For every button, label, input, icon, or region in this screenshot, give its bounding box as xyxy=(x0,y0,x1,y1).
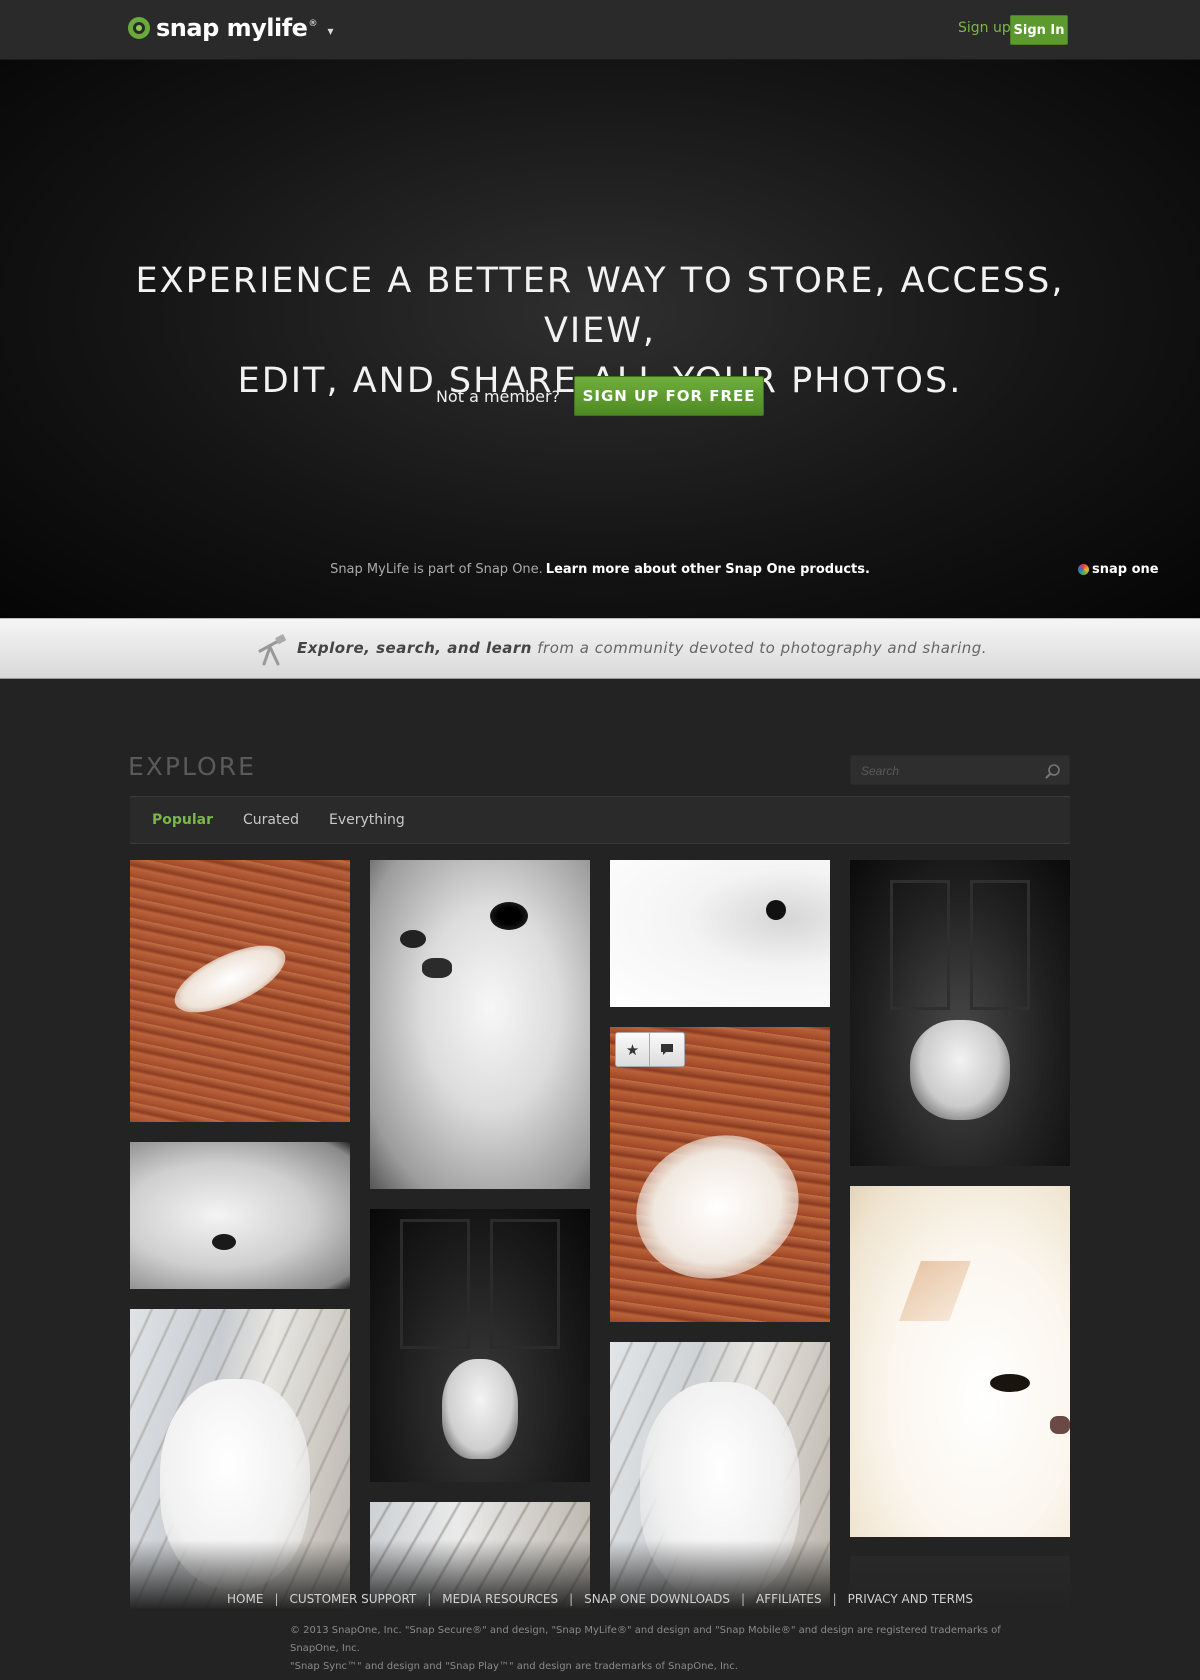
tab-everything[interactable]: Everything xyxy=(329,812,405,828)
snap-one-note-text: Snap MyLife is part of Snap One. xyxy=(330,562,543,577)
search-icon[interactable] xyxy=(1045,763,1061,779)
snap-one-logo-text: snap one xyxy=(1092,562,1159,577)
snap-one-products-link[interactable]: Learn more about other Snap One products… xyxy=(546,562,870,577)
footer-separator: | xyxy=(427,1592,432,1606)
legal-line-1: © 2013 SnapOne, Inc. "Snap Secure®" and … xyxy=(290,1625,1001,1654)
sign-up-link[interactable]: Sign up xyxy=(958,20,1011,36)
tab-popular[interactable]: Popular xyxy=(152,812,213,828)
photo-hover-tools: ★ xyxy=(615,1032,685,1067)
footer-link-snap-one-downloads[interactable]: SNAP ONE DOWNLOADS xyxy=(584,1592,730,1606)
footer-link-customer-support[interactable]: CUSTOMER SUPPORT xyxy=(289,1592,416,1606)
footer-link-home[interactable]: HOME xyxy=(227,1592,263,1606)
not-member-text: Not a member? xyxy=(435,386,561,406)
explore-tabs: Popular Curated Everything xyxy=(130,796,1070,844)
snap-one-logo-icon xyxy=(1078,564,1089,575)
footer-separator: | xyxy=(569,1592,574,1606)
registered-mark: ® xyxy=(308,19,318,29)
logo-text: snap mylife xyxy=(156,14,308,42)
footer-separator: | xyxy=(832,1592,837,1606)
legal-text: © 2013 SnapOne, Inc. "Snap Secure®" and … xyxy=(290,1622,1030,1676)
search-input[interactable] xyxy=(861,762,1041,780)
snap-one-logo[interactable]: snap one xyxy=(1078,562,1159,577)
tab-curated[interactable]: Curated xyxy=(243,812,299,828)
sign-in-button[interactable]: Sign In xyxy=(1010,15,1068,45)
star-icon[interactable]: ★ xyxy=(615,1032,650,1067)
photo-cat-door-sitting[interactable] xyxy=(370,1209,590,1482)
legal-line-2: "Snap Sync™" and design and "Snap Play™"… xyxy=(290,1661,738,1672)
footer-link-privacy-and-terms[interactable]: PRIVACY AND TERMS xyxy=(848,1592,973,1606)
photo-cat-warm-closeup[interactable] xyxy=(850,1186,1070,1537)
hero-section: EXPERIENCE A BETTER WAY TO STORE, ACCESS… xyxy=(0,60,1200,618)
chevron-down-icon[interactable]: ▾ xyxy=(327,24,333,38)
footer-link-affiliates[interactable]: AFFILIATES xyxy=(756,1592,822,1606)
comment-icon[interactable] xyxy=(650,1032,685,1067)
explore-banner-rest: from a community devoted to photography … xyxy=(537,639,988,657)
snap-one-note: Snap MyLife is part of Snap One. Learn mo… xyxy=(0,562,1200,577)
explore-title: EXPLORE xyxy=(128,752,256,781)
explore-banner-bold: Explore, search, and learn xyxy=(297,639,532,657)
explore-banner-text: Explore, search, and learn from a commun… xyxy=(297,639,987,657)
snap-mylife-logo[interactable]: snap mylife ® ▾ xyxy=(128,14,333,42)
snap-logo-icon xyxy=(128,17,150,39)
search-box[interactable] xyxy=(850,755,1070,785)
hero-title-line-1: EXPERIENCE A BETTER WAY TO STORE, ACCESS… xyxy=(135,261,1065,351)
footer-separator: | xyxy=(274,1592,279,1606)
photo-cat-door-dark[interactable] xyxy=(850,860,1070,1166)
photo-cat-profile-white[interactable] xyxy=(610,860,830,1007)
footer-separator: | xyxy=(740,1592,745,1606)
sign-up-free-button[interactable]: SIGN UP FOR FREE xyxy=(574,376,765,416)
footer-link-media-resources[interactable]: MEDIA RESOURCES xyxy=(442,1592,558,1606)
photo-cat-floor-lying[interactable] xyxy=(130,860,350,1122)
telescope-icon xyxy=(258,634,286,666)
photo-cat-closeup-bw[interactable] xyxy=(130,1142,350,1289)
photo-cat-face-bw[interactable] xyxy=(370,860,590,1189)
photo-cat-floor-rolling[interactable]: ★ xyxy=(610,1027,830,1322)
top-bar: snap mylife ® ▾ Sign up Sign In xyxy=(0,0,1200,60)
hero-cta: Not a member? SIGN UP FOR FREE xyxy=(0,376,1200,416)
footer-links: HOME | CUSTOMER SUPPORT | MEDIA RESOURCE… xyxy=(0,1592,1200,1606)
explore-banner: Explore, search, and learn from a commun… xyxy=(0,618,1200,679)
